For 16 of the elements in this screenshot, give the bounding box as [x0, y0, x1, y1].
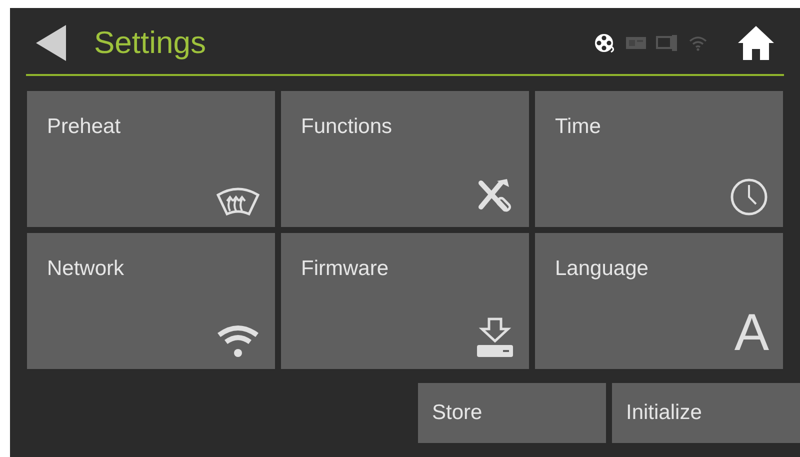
- action-button[interactable]: Initialize: [612, 383, 800, 443]
- settings-tile[interactable]: Language A: [535, 233, 783, 369]
- settings-tile[interactable]: Network: [27, 233, 275, 369]
- action-button[interactable]: Store: [418, 383, 606, 443]
- home-icon[interactable]: [738, 26, 774, 60]
- defrost-icon: [215, 187, 261, 217]
- page-title: Settings: [94, 24, 206, 62]
- letter-glyph: A: [734, 304, 769, 362]
- wifi-icon: [215, 323, 261, 359]
- settings-tile[interactable]: Time: [535, 91, 783, 227]
- settings-tile[interactable]: Functions: [281, 91, 529, 227]
- back-arrow-icon[interactable]: [36, 25, 66, 61]
- download-icon: [475, 317, 515, 359]
- clock-icon: [729, 177, 769, 217]
- settings-tile[interactable]: Firmware: [281, 233, 529, 369]
- settings-tile[interactable]: Preheat: [27, 91, 275, 227]
